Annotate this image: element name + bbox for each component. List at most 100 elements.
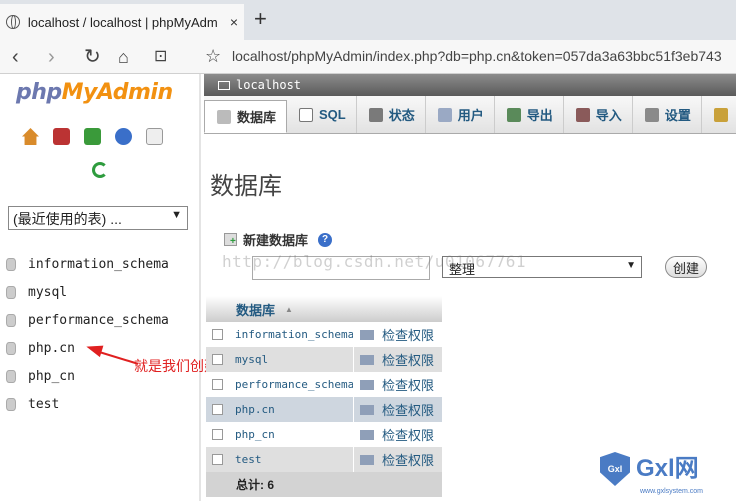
tab-sql[interactable]: SQL	[287, 96, 357, 133]
help-icon[interactable]	[115, 128, 132, 145]
databases-table: 数据库 ▲ information_schema 检查权限 mysql 检查权限…	[206, 296, 442, 497]
new-database-icon	[224, 233, 237, 247]
database-icon	[6, 369, 16, 383]
query-window-icon[interactable]	[84, 128, 101, 145]
server-breadcrumb: localhost	[204, 74, 736, 96]
privileges-icon	[360, 404, 374, 415]
tab-export[interactable]: 导出	[495, 96, 564, 133]
globe-icon	[6, 15, 20, 29]
site-logo-watermark: Gxl Gxl网	[600, 452, 699, 486]
server-link[interactable]: localhost	[236, 78, 301, 92]
database-icon	[6, 285, 16, 299]
privileges-icon	[360, 379, 374, 390]
table-header: 数据库 ▲	[206, 296, 442, 322]
shield-icon: Gxl	[600, 452, 630, 486]
tab-import[interactable]: 导入	[564, 96, 633, 133]
bookmark-star-icon[interactable]: ☆	[205, 46, 221, 67]
database-icon	[6, 341, 16, 355]
check-privileges-link[interactable]: 检查权限	[353, 347, 434, 372]
database-tree-item[interactable]: performance_schema	[6, 306, 169, 334]
address-bar[interactable]: localhost/phpMyAdmin/index.php?db=php.cn…	[232, 48, 736, 64]
row-checkbox[interactable]	[212, 404, 223, 415]
row-checkbox[interactable]	[212, 429, 223, 440]
database-tree-item[interactable]: test	[6, 390, 169, 418]
quick-links	[22, 128, 163, 145]
recent-tables-select[interactable]: (最近使用的表) ... ▼	[8, 206, 188, 230]
tab-settings[interactable]: 设置	[633, 96, 702, 133]
more-icon	[713, 107, 728, 122]
phpmyadmin-logo[interactable]: phpMyAdmin	[16, 80, 173, 105]
privileges-icon	[360, 429, 374, 440]
table-row: php.cn 检查权限	[206, 397, 442, 422]
browser-tab-bar: localhost / localhost | phpMyAdm × +	[0, 0, 736, 40]
database-tree-item[interactable]: information_schema	[6, 250, 169, 278]
privileges-icon	[360, 454, 374, 465]
sort-ascending-icon: ▲	[285, 304, 293, 314]
check-privileges-link[interactable]: 检查权限	[353, 372, 434, 397]
table-total-row: 总计: 6	[206, 472, 442, 497]
table-row: php_cn 检查权限	[206, 422, 442, 447]
database-link[interactable]: mysql	[235, 353, 353, 366]
tab-title: localhost / localhost | phpMyAdm	[27, 14, 218, 30]
settings-icon	[644, 107, 659, 122]
table-row: mysql 检查权限	[206, 347, 442, 372]
reload-navigation-icon[interactable]	[92, 162, 108, 178]
logout-icon[interactable]	[53, 128, 70, 145]
navigation-panel: phpMyAdmin (最近使用的表) ... ▼ information_sc…	[0, 74, 200, 501]
watermark-text: http://blog.csdn.net/u01067761	[222, 252, 526, 271]
home-icon[interactable]	[22, 128, 39, 145]
tab-databases[interactable]: 数据库	[204, 100, 288, 133]
reload-button[interactable]: ↻	[84, 45, 101, 69]
database-icon	[6, 313, 16, 327]
row-checkbox[interactable]	[212, 454, 223, 465]
create-database-button[interactable]: 创建	[665, 256, 707, 278]
tab-more[interactable]	[702, 96, 736, 133]
back-button[interactable]: ‹	[12, 45, 19, 69]
database-icon	[217, 109, 231, 124]
database-icon	[6, 257, 16, 271]
forward-button[interactable]: ›	[48, 45, 55, 69]
database-tree: information_schema mysql performance_sch…	[6, 250, 169, 418]
export-icon	[506, 107, 521, 122]
page-title: 数据库	[210, 173, 282, 200]
row-checkbox[interactable]	[212, 329, 223, 340]
help-icon[interactable]: ?	[318, 232, 333, 247]
status-icon	[368, 107, 383, 122]
row-checkbox[interactable]	[212, 379, 223, 390]
table-row: information_schema 检查权限	[206, 322, 442, 347]
reading-view-button[interactable]: ⊡	[154, 45, 167, 69]
site-url-watermark: www.gxlsystem.com	[640, 488, 704, 495]
privileges-icon	[360, 354, 374, 365]
check-privileges-link[interactable]: 检查权限	[353, 422, 434, 447]
check-privileges-link[interactable]: 检查权限	[353, 447, 434, 472]
check-privileges-link[interactable]: 检查权限	[353, 322, 434, 347]
sql-icon	[299, 107, 314, 122]
database-link[interactable]: performance_schema	[235, 378, 353, 391]
main-tabs: 数据库 SQL 状态 用户 导出 导入 设置	[204, 96, 736, 134]
dropdown-arrow-icon: ▼	[626, 260, 636, 271]
panel-resizer[interactable]	[199, 74, 201, 501]
new-tab-button[interactable]: +	[254, 8, 267, 30]
database-link[interactable]: php_cn	[235, 428, 353, 441]
total-count: 总计: 6	[236, 478, 275, 492]
table-row: test 检查权限	[206, 447, 442, 472]
documentation-icon[interactable]	[146, 128, 163, 145]
tab-users[interactable]: 用户	[426, 96, 495, 133]
server-icon	[218, 80, 230, 90]
database-link[interactable]: php.cn	[235, 403, 353, 416]
database-icon	[6, 397, 16, 411]
database-link[interactable]: information_schema	[235, 328, 353, 341]
browser-tab[interactable]: localhost / localhost | phpMyAdm ×	[0, 4, 244, 40]
home-button[interactable]: ⌂	[118, 45, 129, 69]
check-privileges-link[interactable]: 检查权限	[353, 397, 434, 422]
import-icon	[575, 107, 590, 122]
row-checkbox[interactable]	[212, 354, 223, 365]
database-tree-item[interactable]: mysql	[6, 278, 169, 306]
database-link[interactable]: test	[235, 453, 353, 466]
database-column-header[interactable]: 数据库	[236, 300, 275, 319]
browser-nav-bar: ‹ › ↻ ⌂ ⊡ ☆ localhost/phpMyAdmin/index.p…	[0, 40, 736, 74]
tab-status[interactable]: 状态	[357, 96, 426, 133]
table-row: performance_schema 检查权限	[206, 372, 442, 397]
create-database-heading: 新建数据库 ?	[224, 230, 333, 249]
tab-close-icon[interactable]: ×	[230, 14, 238, 30]
